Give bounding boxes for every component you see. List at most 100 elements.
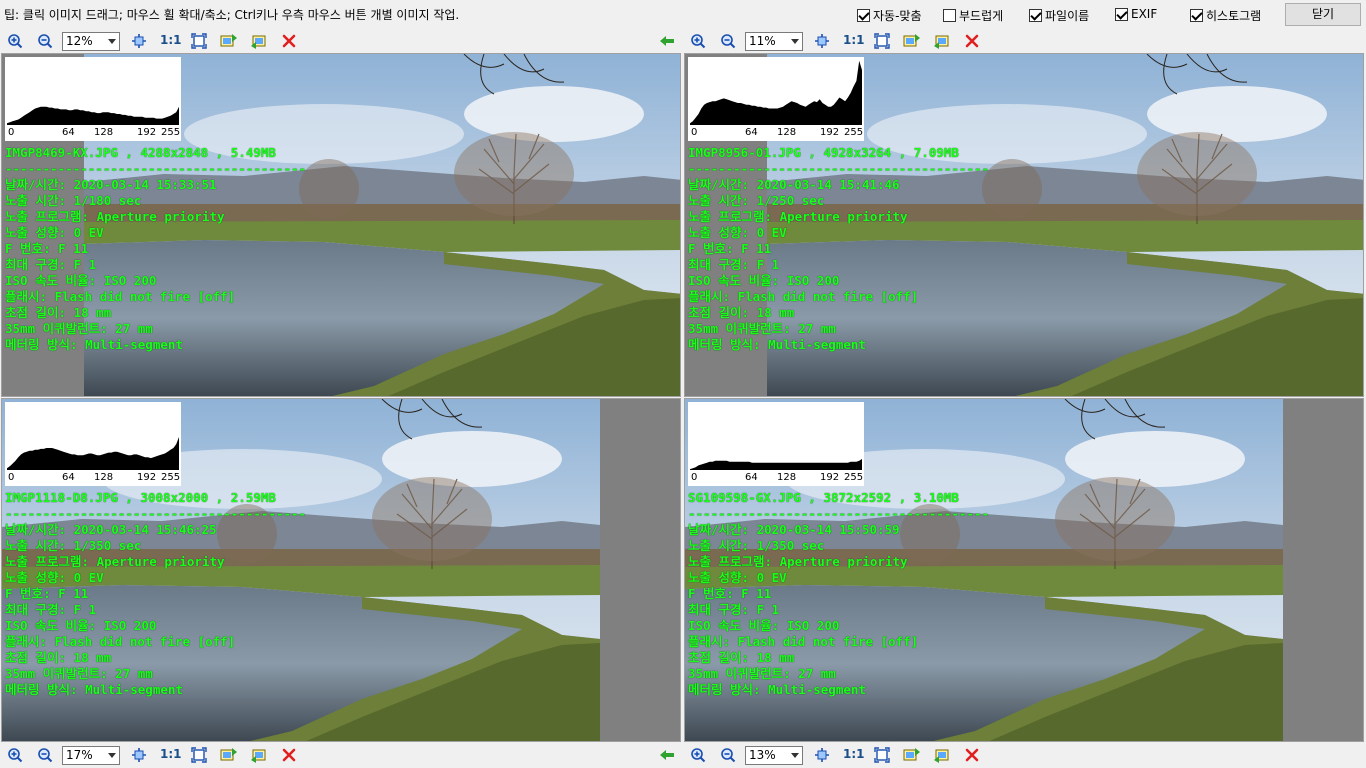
chevron-down-icon [791, 39, 799, 44]
smooth-checkbox[interactable] [943, 9, 956, 22]
zoom-select[interactable]: 17% [62, 746, 120, 765]
exif-row-f-number: F 번호: F 11 [5, 241, 89, 256]
chevron-down-icon [108, 753, 116, 758]
actual-size-button[interactable]: 1:1 [843, 747, 865, 761]
close-panel-icon[interactable] [963, 746, 981, 764]
histogram: 0 64 128 192 255 [5, 57, 181, 141]
fit-window-icon[interactable] [130, 746, 148, 764]
fit-window-icon[interactable] [813, 32, 831, 50]
exif-checkbox[interactable] [1115, 7, 1128, 21]
actual-size-button[interactable]: 1:1 [160, 747, 182, 761]
exif-row-focal-35mm: 35mm 이퀴발런트: 27 mm [688, 321, 836, 336]
histogram-chart [690, 459, 862, 470]
prev-image-icon[interactable] [250, 32, 268, 50]
next-image-icon[interactable] [220, 746, 238, 764]
exif-row-exposure-bias: 노출 성향: 0 EV [688, 570, 787, 585]
option-histogram[interactable]: 히스토그램 [1190, 7, 1261, 24]
image-panel[interactable]: 0 64 128 192 255 SG109598-GX.JPG , 3872x2592 … [684, 398, 1364, 742]
prev-image-icon[interactable] [933, 32, 951, 50]
exif-row-flash: 플래시: Flash did not fire [off] [688, 634, 919, 649]
next-image-icon[interactable] [903, 746, 921, 764]
actual-size-button[interactable]: 1:1 [160, 33, 182, 47]
exif-row-focal-35mm: 35mm 이퀴발런트: 27 mm [688, 666, 836, 681]
histogram-tick-label: 128 [94, 127, 114, 138]
histogram: 0 64 128 192 255 [688, 57, 864, 141]
next-image-icon[interactable] [903, 32, 921, 50]
zoom-select[interactable]: 13% [745, 746, 803, 765]
exif-row-exposure-bias: 노출 성향: 0 EV [5, 225, 104, 240]
back-arrow-icon[interactable] [658, 746, 676, 764]
panel-toolbar: 17% 1:1 [0, 742, 683, 768]
exif-overlay: IMGP8469-KX.JPG , 4288x2848 , 5.49MB ----… [5, 145, 306, 353]
compare-viewer-window: 팁: 클릭 이미지 드래그; 마우스 휠 확대/축소; Ctrl키나 우측 마우… [0, 0, 1366, 768]
zoom-select[interactable]: 11% [745, 32, 803, 51]
zoom-select[interactable]: 12% [62, 32, 120, 51]
exif-row-datetime: 날짜/시간: 2020-03-14 15:33:51 [5, 177, 217, 192]
histogram-area [7, 106, 179, 125]
auto-fit-checkbox[interactable] [857, 9, 870, 22]
histogram-tick-label: 192 [137, 472, 157, 483]
fullscreen-icon[interactable] [873, 32, 891, 50]
close-panel-icon[interactable] [963, 32, 981, 50]
option-smooth[interactable]: 부드럽게 [943, 7, 1003, 24]
exif-row-exposure-program: 노출 프로그램: Aperture priority [5, 209, 225, 224]
close-panel-icon[interactable] [280, 32, 298, 50]
zoom-out-icon[interactable] [36, 32, 54, 50]
fit-window-icon[interactable] [813, 746, 831, 764]
image-panel[interactable]: 0 64 128 192 255 IMGP8956-01.JPG , 4928x3264 … [684, 53, 1364, 397]
zoom-out-icon[interactable] [719, 32, 737, 50]
zoom-in-icon[interactable] [6, 746, 24, 764]
histogram-chart [7, 437, 179, 470]
exif-row-datetime: 날짜/시간: 2020-03-14 15:46:25 [5, 522, 217, 537]
zoom-in-icon[interactable] [689, 746, 707, 764]
close-button[interactable]: 닫기 [1285, 3, 1361, 26]
exif-overlay: IMGP8956-01.JPG , 4928x3264 , 7.09MB ----… [688, 145, 989, 353]
image-panel[interactable]: 0 64 128 192 255 IMGP8469-KX.JPG , 4288x2848 … [1, 53, 681, 397]
histogram-area [690, 459, 862, 470]
panel-toolbar: 11% 1:1 [683, 28, 1366, 54]
histogram-tick-label: 0 [8, 472, 15, 483]
exif-row-exposure-program: 노출 프로그램: Aperture priority [5, 554, 225, 569]
exif-row-focal-length: 초점 길이: 18 mm [5, 650, 112, 665]
exif-row-metering: 메터링 방식: Multi-segment [688, 682, 866, 697]
close-panel-icon[interactable] [280, 746, 298, 764]
separator-line: ---------------------------------------- [688, 161, 990, 176]
histogram-tick-label: 128 [777, 472, 797, 483]
histogram-tick-label: 64 [745, 472, 758, 483]
zoom-out-icon[interactable] [36, 746, 54, 764]
exif-overlay: SG109598-GX.JPG , 3872x2592 , 3.10MB ----… [688, 490, 989, 698]
option-filename[interactable]: 파일이름 [1029, 7, 1089, 24]
zoom-in-icon[interactable] [689, 32, 707, 50]
back-arrow-icon[interactable] [658, 32, 676, 50]
fullscreen-icon[interactable] [190, 746, 208, 764]
file-info: IMGP8956-01.JPG , 4928x3264 , 7.09MB [688, 145, 959, 160]
prev-image-icon[interactable] [933, 746, 951, 764]
next-image-icon[interactable] [220, 32, 238, 50]
zoom-out-icon[interactable] [719, 746, 737, 764]
image-panel[interactable]: 0 64 128 192 255 IMGP1118-D8.JPG , 3008x2000 … [1, 398, 681, 742]
exif-row-f-number: F 번호: F 11 [688, 241, 772, 256]
histogram-tick-label: 192 [137, 127, 157, 138]
prev-image-icon[interactable] [250, 746, 268, 764]
option-exif[interactable]: EXIF [1115, 7, 1157, 21]
exif-row-iso: ISO 속도 비율: ISO 200 [688, 273, 840, 288]
fullscreen-icon[interactable] [873, 746, 891, 764]
fit-window-icon[interactable] [130, 32, 148, 50]
exif-row-iso: ISO 속도 비율: ISO 200 [688, 618, 840, 633]
file-info: IMGP1118-D8.JPG , 3008x2000 , 2.59MB [5, 490, 276, 505]
exif-overlay: IMGP1118-D8.JPG , 3008x2000 , 2.59MB ----… [5, 490, 306, 698]
histogram-tick-label: 128 [94, 472, 114, 483]
exif-row-focal-length: 초점 길이: 18 mm [5, 305, 112, 320]
filename-checkbox[interactable] [1029, 9, 1042, 22]
fullscreen-icon[interactable] [190, 32, 208, 50]
zoom-in-icon[interactable] [6, 32, 24, 50]
option-auto-fit[interactable]: 자동-맞춤 [857, 7, 922, 24]
exif-row-exposure-time: 노출 시간: 1/350 sec [688, 538, 825, 553]
panel-toolbar: 12% 1:1 [0, 28, 683, 54]
histogram-checkbox[interactable] [1190, 9, 1203, 22]
histogram: 0 64 128 192 255 [5, 402, 181, 486]
actual-size-button[interactable]: 1:1 [843, 33, 865, 47]
exif-row-focal-35mm: 35mm 이퀴발런트: 27 mm [5, 321, 153, 336]
separator-line: ---------------------------------------- [5, 506, 307, 521]
histogram-tick-label: 0 [8, 127, 15, 138]
